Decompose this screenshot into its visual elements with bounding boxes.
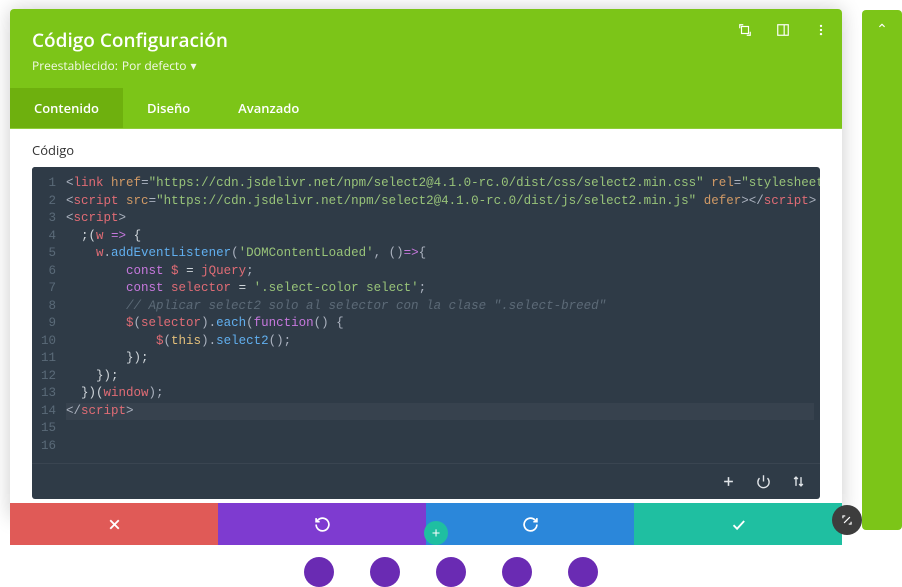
- line-gutter: 12345678910111213141516: [32, 167, 66, 463]
- header-icons: [738, 23, 828, 37]
- modal-header: Código Configuración Preestablecido: Por…: [10, 9, 842, 88]
- module-circle[interactable]: [370, 557, 400, 587]
- settings-modal: Código Configuración Preestablecido: Por…: [10, 9, 842, 517]
- background-panel: ⌃: [862, 10, 902, 530]
- editor-toolbar: [32, 463, 820, 499]
- undo-button[interactable]: [218, 503, 426, 545]
- module-toolbar-circles: +: [0, 545, 902, 565]
- tab-content[interactable]: Contenido: [10, 88, 123, 128]
- preset-value: Por defecto: [122, 57, 187, 74]
- redo-button[interactable]: [426, 503, 634, 545]
- tab-advanced[interactable]: Avanzado: [214, 88, 323, 128]
- code-lines[interactable]: <link href="https://cdn.jsdelivr.net/npm…: [66, 167, 820, 463]
- code-editor: 12345678910111213141516 <link href="http…: [32, 167, 820, 499]
- tabs: ContenidoDiseñoAvanzado: [10, 88, 842, 129]
- modal-title: Código Configuración: [32, 27, 820, 53]
- tab-design[interactable]: Diseño: [123, 88, 214, 128]
- preset-label: Preestablecido:: [32, 57, 118, 74]
- expand-icon[interactable]: [738, 23, 752, 37]
- sort-arrows-icon[interactable]: [791, 474, 806, 489]
- caret-down-icon: ▾: [190, 57, 196, 74]
- code-area: 12345678910111213141516 <link href="http…: [32, 167, 820, 463]
- chevron-up-icon[interactable]: ⌃: [876, 20, 888, 39]
- add-module-button[interactable]: +: [424, 521, 448, 545]
- modal-body: Código 12345678910111213141516 <link hre…: [10, 129, 842, 517]
- module-circle[interactable]: [436, 557, 466, 587]
- module-circle[interactable]: [304, 557, 334, 587]
- add-icon[interactable]: [721, 474, 736, 489]
- save-button[interactable]: [634, 503, 842, 545]
- cancel-button[interactable]: [10, 503, 218, 545]
- module-circle[interactable]: [502, 557, 532, 587]
- preset-selector[interactable]: Preestablecido: Por defecto ▾: [32, 57, 820, 74]
- code-field-label: Código: [32, 141, 820, 159]
- snap-layout-icon[interactable]: [776, 23, 790, 37]
- module-circle[interactable]: [568, 557, 598, 587]
- resize-handle[interactable]: [832, 505, 862, 535]
- power-icon[interactable]: [756, 474, 771, 489]
- kebab-menu-icon[interactable]: [814, 23, 828, 37]
